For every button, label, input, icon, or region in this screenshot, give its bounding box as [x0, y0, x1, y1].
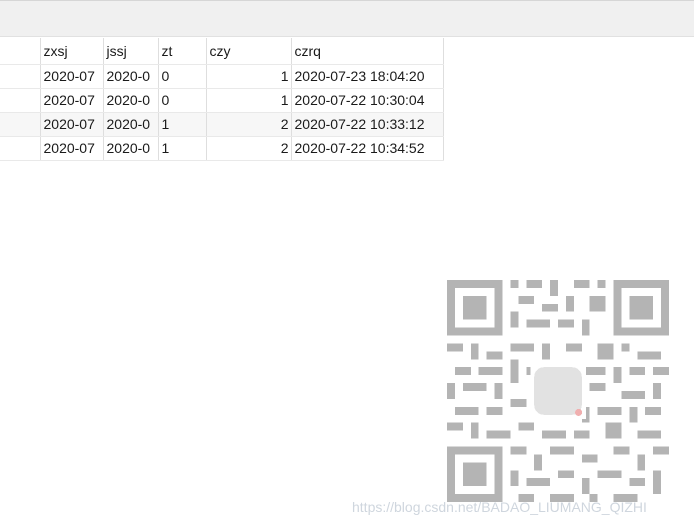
- qr-code-icon: [447, 280, 669, 502]
- cell-zt[interactable]: 0: [158, 64, 207, 89]
- table-row[interactable]: 2020-07 2020-0 0 1 2020-07-22 10:30:04: [0, 88, 444, 113]
- cell-zxsj[interactable]: 2020-07: [40, 112, 104, 137]
- cell-jssj[interactable]: 2020-0: [103, 136, 159, 161]
- table-row[interactable]: 2020-07 2020-0 1 2 2020-07-22 10:33:12: [0, 112, 444, 137]
- cell-truncated[interactable]: [0, 112, 41, 137]
- column-header-czy[interactable]: czy: [206, 38, 292, 65]
- cell-zxsj[interactable]: 2020-07: [40, 88, 104, 113]
- table-row[interactable]: 2020-07 2020-0 1 2 2020-07-22 10:34:52: [0, 136, 444, 161]
- cell-truncated[interactable]: [0, 64, 41, 89]
- column-header-truncated[interactable]: [0, 38, 41, 65]
- column-header-zt[interactable]: zt: [158, 38, 207, 65]
- cell-jssj[interactable]: 2020-0: [103, 88, 159, 113]
- table-row[interactable]: 2020-07 2020-0 0 1 2020-07-23 18:04:20: [0, 64, 444, 89]
- toolbar: [0, 0, 694, 37]
- watermark-url: https://blog.csdn.net/BADAO_LIUMANG_QIZH…: [352, 499, 647, 515]
- cell-zt[interactable]: 1: [158, 136, 207, 161]
- cell-jssj[interactable]: 2020-0: [103, 64, 159, 89]
- cell-czrq[interactable]: 2020-07-23 18:04:20: [291, 64, 444, 89]
- cell-zxsj[interactable]: 2020-07: [40, 64, 104, 89]
- column-header-zxsj[interactable]: zxsj: [40, 38, 104, 65]
- cell-truncated[interactable]: [0, 136, 41, 161]
- cell-zxsj[interactable]: 2020-07: [40, 136, 104, 161]
- column-header-jssj[interactable]: jssj: [103, 38, 159, 65]
- cell-czrq[interactable]: 2020-07-22 10:30:04: [291, 88, 444, 113]
- cell-jssj[interactable]: 2020-0: [103, 112, 159, 137]
- cell-truncated[interactable]: [0, 88, 41, 113]
- cell-czy[interactable]: 1: [206, 88, 292, 113]
- cell-zt[interactable]: 0: [158, 88, 207, 113]
- result-grid: zxsj jssj zt czy czrq 2020-07 2020-0 0 1…: [0, 38, 444, 161]
- cell-czrq[interactable]: 2020-07-22 10:33:12: [291, 112, 444, 137]
- cell-czy[interactable]: 2: [206, 112, 292, 137]
- header-row: zxsj jssj zt czy czrq: [0, 38, 444, 65]
- cell-czrq[interactable]: 2020-07-22 10:34:52: [291, 136, 444, 161]
- column-header-czrq[interactable]: czrq: [291, 38, 444, 65]
- cell-czy[interactable]: 2: [206, 136, 292, 161]
- cell-czy[interactable]: 1: [206, 64, 292, 89]
- cell-zt[interactable]: 1: [158, 112, 207, 137]
